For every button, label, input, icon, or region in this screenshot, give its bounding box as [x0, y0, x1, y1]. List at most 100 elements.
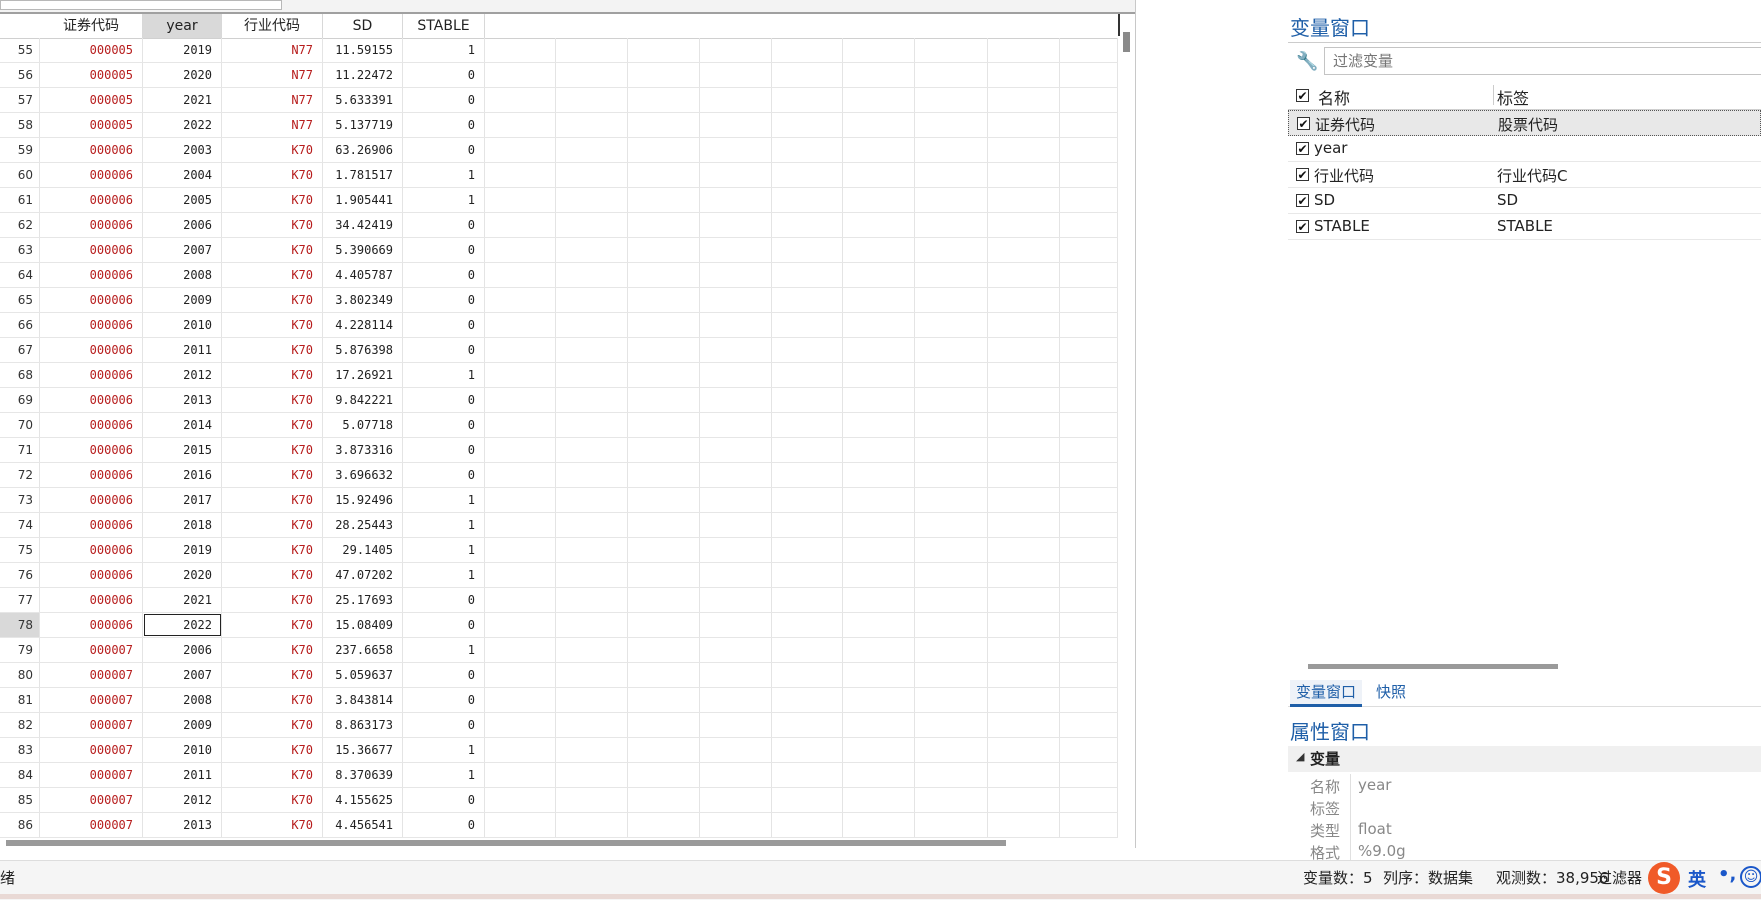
- wrench-icon[interactable]: 🔧: [1296, 51, 1318, 72]
- empty-cell[interactable]: [700, 338, 772, 362]
- ime-punctuation-toggle[interactable]: •,: [1718, 864, 1736, 885]
- emoji-icon[interactable]: ☺: [1740, 866, 1761, 888]
- table-cell[interactable]: 1: [403, 188, 485, 212]
- table-cell[interactable]: 000007: [40, 688, 143, 712]
- empty-cell[interactable]: [628, 188, 700, 212]
- table-cell[interactable]: 5.633391: [323, 88, 403, 112]
- tab-variables[interactable]: 变量窗口: [1290, 680, 1363, 707]
- row-number[interactable]: 69: [0, 388, 40, 412]
- table-cell[interactable]: 2005: [143, 188, 222, 212]
- empty-cell[interactable]: [843, 338, 915, 362]
- empty-cell[interactable]: [843, 463, 915, 487]
- empty-cell[interactable]: [1060, 513, 1118, 537]
- empty-cell[interactable]: [1060, 463, 1118, 487]
- empty-cell[interactable]: [556, 138, 628, 162]
- table-cell[interactable]: 2010: [143, 738, 222, 762]
- empty-cell[interactable]: [700, 88, 772, 112]
- checkbox-checked-icon[interactable]: ✔: [1296, 194, 1309, 207]
- table-cell[interactable]: K70: [222, 413, 323, 437]
- table-cell[interactable]: 0: [403, 88, 485, 112]
- empty-cell[interactable]: [628, 138, 700, 162]
- table-cell[interactable]: 15.08409: [323, 613, 403, 637]
- empty-cell[interactable]: [772, 213, 843, 237]
- table-cell[interactable]: 000006: [40, 313, 143, 337]
- empty-cell[interactable]: [485, 38, 556, 62]
- row-number[interactable]: 58: [0, 113, 40, 137]
- empty-cell[interactable]: [772, 613, 843, 637]
- empty-cell[interactable]: [1060, 788, 1118, 812]
- empty-cell[interactable]: [915, 113, 988, 137]
- empty-cell[interactable]: [1060, 263, 1118, 287]
- row-number[interactable]: 84: [0, 763, 40, 787]
- empty-cell[interactable]: [556, 513, 628, 537]
- empty-cell[interactable]: [700, 563, 772, 587]
- empty-cell[interactable]: [1060, 88, 1118, 112]
- empty-cell[interactable]: [843, 613, 915, 637]
- empty-cell[interactable]: [1060, 488, 1118, 512]
- table-cell[interactable]: 2011: [143, 763, 222, 787]
- empty-cell[interactable]: [556, 438, 628, 462]
- empty-cell[interactable]: [628, 63, 700, 87]
- row-number[interactable]: 81: [0, 688, 40, 712]
- empty-cell[interactable]: [772, 413, 843, 437]
- checkbox-checked-icon[interactable]: ✔: [1296, 142, 1309, 155]
- empty-cell[interactable]: [556, 588, 628, 612]
- row-number[interactable]: 59: [0, 138, 40, 162]
- sogou-logo-icon[interactable]: S: [1648, 862, 1680, 894]
- table-cell[interactable]: 2013: [143, 813, 222, 837]
- empty-cell[interactable]: [843, 63, 915, 87]
- empty-cell[interactable]: [843, 738, 915, 762]
- empty-cell[interactable]: [843, 163, 915, 187]
- empty-cell[interactable]: [700, 488, 772, 512]
- empty-cell[interactable]: [988, 813, 1060, 837]
- table-cell[interactable]: 0: [403, 788, 485, 812]
- empty-cell[interactable]: [772, 63, 843, 87]
- table-cell[interactable]: 237.6658: [323, 638, 403, 662]
- empty-cell[interactable]: [772, 588, 843, 612]
- empty-cell[interactable]: [556, 613, 628, 637]
- empty-cell[interactable]: [772, 763, 843, 787]
- empty-cell[interactable]: [556, 63, 628, 87]
- empty-cell[interactable]: [915, 488, 988, 512]
- empty-cell[interactable]: [843, 263, 915, 287]
- table-cell[interactable]: 000007: [40, 638, 143, 662]
- row-number[interactable]: 76: [0, 563, 40, 587]
- table-cell[interactable]: K70: [222, 213, 323, 237]
- table-cell[interactable]: 000006: [40, 188, 143, 212]
- empty-cell[interactable]: [915, 413, 988, 437]
- empty-cell[interactable]: [628, 438, 700, 462]
- table-row[interactable]: 75 000006 2019 K70 29.1405 1: [0, 538, 1118, 563]
- empty-cell[interactable]: [628, 638, 700, 662]
- table-cell[interactable]: 1: [403, 363, 485, 387]
- table-row[interactable]: 82 000007 2009 K70 8.863173 0: [0, 713, 1118, 738]
- table-cell[interactable]: 0: [403, 588, 485, 612]
- table-cell[interactable]: 47.07202: [323, 563, 403, 587]
- table-row[interactable]: 58 000005 2022 N77 5.137719 0: [0, 113, 1118, 138]
- table-cell[interactable]: 2017: [143, 488, 222, 512]
- empty-cell[interactable]: [915, 788, 988, 812]
- empty-cell[interactable]: [485, 788, 556, 812]
- table-row[interactable]: 78 000006 2022 K70 15.08409 0: [0, 613, 1118, 638]
- row-number[interactable]: 74: [0, 513, 40, 537]
- table-cell[interactable]: 2009: [143, 713, 222, 737]
- empty-cell[interactable]: [915, 513, 988, 537]
- table-cell[interactable]: K70: [222, 588, 323, 612]
- empty-cell[interactable]: [772, 313, 843, 337]
- empty-cell[interactable]: [556, 238, 628, 262]
- empty-cell[interactable]: [556, 488, 628, 512]
- empty-cell[interactable]: [988, 713, 1060, 737]
- empty-cell[interactable]: [843, 788, 915, 812]
- empty-cell[interactable]: [700, 613, 772, 637]
- empty-cell[interactable]: [485, 463, 556, 487]
- empty-cell[interactable]: [1060, 38, 1118, 62]
- empty-cell[interactable]: [556, 813, 628, 837]
- empty-cell[interactable]: [915, 388, 988, 412]
- checkbox-checked-icon[interactable]: ✔: [1296, 220, 1309, 233]
- empty-cell[interactable]: [1060, 413, 1118, 437]
- table-cell[interactable]: K70: [222, 238, 323, 262]
- empty-cell[interactable]: [988, 238, 1060, 262]
- table-cell[interactable]: 000007: [40, 663, 143, 687]
- variable-row[interactable]: ✔ 行业代码 行业代码C: [1288, 162, 1761, 188]
- table-cell[interactable]: 9.842221: [323, 388, 403, 412]
- empty-cell[interactable]: [843, 588, 915, 612]
